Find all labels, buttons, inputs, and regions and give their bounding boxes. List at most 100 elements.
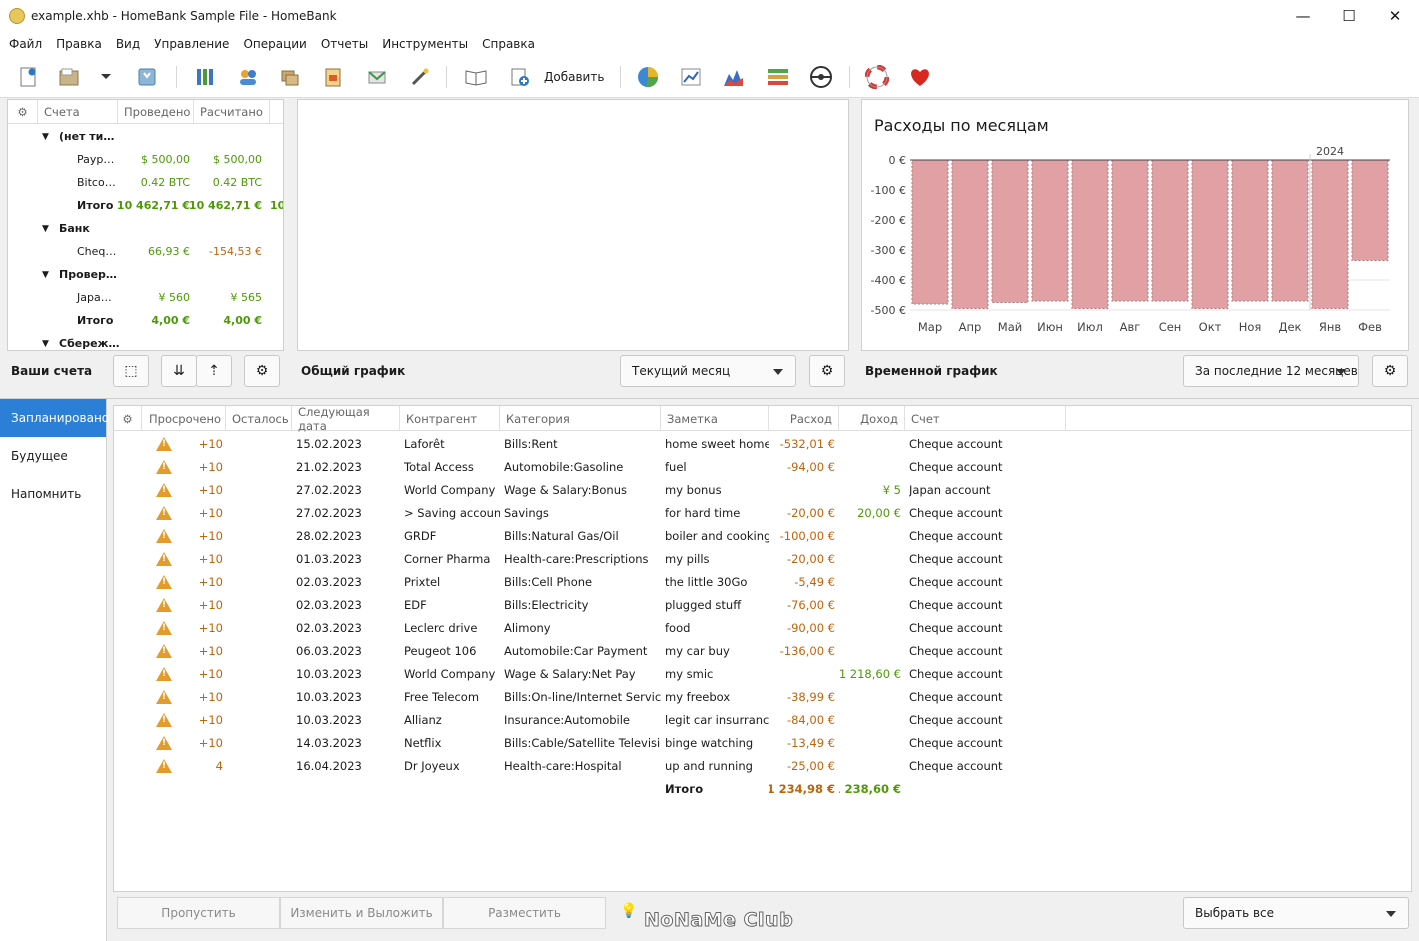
table-settings-icon[interactable]: ⚙: [114, 406, 142, 431]
table-row[interactable]: +10 02.03.2023 Prixtel Bills:Cell Phone the …: [114, 570, 1411, 593]
cell-inc: [839, 639, 901, 662]
table-row[interactable]: 4 16.04.2023 Dr Joyeux Health-care:Hospital…: [114, 754, 1411, 777]
close-button[interactable]: ✕: [1372, 0, 1418, 32]
wand-icon[interactable]: [407, 64, 433, 90]
table-row[interactable]: +10 02.03.2023 EDF Bills:Electricity plugged…: [114, 593, 1411, 616]
vehicle-wheel-icon[interactable]: [808, 64, 834, 90]
cell-acc: Cheque account: [909, 574, 1003, 589]
accounts-settings-button[interactable]: ⚙: [244, 355, 280, 387]
timechart-period-select[interactable]: За последние 12 месяцев: [1183, 355, 1359, 387]
overview-settings-button[interactable]: ⚙: [809, 355, 845, 387]
col-cleared[interactable]: Проведено: [118, 100, 194, 123]
select-all-dropdown[interactable]: Выбрать все: [1183, 897, 1409, 929]
table-row[interactable]: +10 28.02.2023 GRDF Bills:Natural Gas/Oil bo…: [114, 524, 1411, 547]
open-account-icon[interactable]: ⬚: [113, 355, 149, 387]
categories-icon[interactable]: [277, 64, 303, 90]
menu-transactions[interactable]: Операции: [236, 37, 313, 51]
menu-edit[interactable]: Правка: [49, 37, 109, 51]
col-overdue[interactable]: Просрочено: [143, 406, 226, 431]
scheduled-icon[interactable]: [320, 64, 346, 90]
bar[interactable]: [1231, 159, 1269, 302]
table-row[interactable]: +10 01.03.2023 Corner Pharma Health-care:Pr…: [114, 547, 1411, 570]
bar[interactable]: [911, 159, 949, 305]
col-next-date[interactable]: Следующая дата: [292, 405, 400, 433]
budget-icon[interactable]: [765, 64, 791, 90]
bar[interactable]: [1311, 159, 1349, 309]
bar[interactable]: [1151, 159, 1189, 302]
bar[interactable]: [1351, 159, 1389, 261]
account-group-row[interactable]: ▼ Провер…: [8, 263, 283, 286]
bar[interactable]: [1271, 159, 1309, 302]
account-row[interactable]: Payp… $ 500,00 $ 500,00: [8, 148, 283, 171]
help-lifebuoy-icon[interactable]: [864, 64, 890, 90]
pane-divider[interactable]: [0, 398, 1419, 399]
cell-memo: up and running: [665, 758, 753, 773]
table-row[interactable]: +10 14.03.2023 Netflix Bills:Cable/Satellit…: [114, 731, 1411, 754]
bar[interactable]: [991, 159, 1029, 303]
col-projected[interactable]: Расчитано: [194, 100, 270, 123]
accounts-icon[interactable]: [192, 64, 218, 90]
col-accounts[interactable]: Счета: [38, 100, 118, 123]
table-row[interactable]: +10 10.03.2023 World Company Wage & Salary:…: [114, 662, 1411, 685]
collapse-all-icon[interactable]: ⇡: [196, 355, 232, 387]
pie-chart-icon[interactable]: [635, 64, 661, 90]
save-icon[interactable]: [134, 64, 160, 90]
minimize-button[interactable]: —: [1280, 0, 1326, 32]
bar[interactable]: [1191, 159, 1229, 309]
col-payee[interactable]: Контрагент: [400, 406, 500, 431]
table-row[interactable]: +10 21.02.2023 Total Access Automobile:Gaso…: [114, 455, 1411, 478]
col-memo[interactable]: Заметка: [661, 406, 769, 431]
table-row[interactable]: +10 10.03.2023 Allianz Insurance:Automobile…: [114, 708, 1411, 731]
overview-period-select[interactable]: Текущий месяц: [620, 355, 796, 387]
col-expense[interactable]: Расход: [769, 406, 839, 431]
open-file-icon[interactable]: [56, 64, 82, 90]
balance-chart-icon[interactable]: [721, 64, 747, 90]
add-transaction-icon[interactable]: [507, 64, 533, 90]
post-button[interactable]: Разместить: [443, 897, 606, 929]
account-group-row[interactable]: ▼ Банк: [8, 217, 283, 240]
menu-reports[interactable]: Отчеты: [314, 37, 375, 51]
expand-all-icon[interactable]: ⇊: [161, 355, 197, 387]
skip-button[interactable]: Пропустить: [117, 897, 280, 929]
bar[interactable]: [1111, 159, 1149, 302]
col-account[interactable]: Счет: [905, 406, 1066, 431]
total-exp: -1 234,98 €: [769, 781, 835, 796]
timechart-settings-button[interactable]: ⚙: [1372, 355, 1408, 387]
col-remaining[interactable]: Осталось: [226, 406, 292, 431]
table-row[interactable]: +10 15.02.2023 Laforêt Bills:Rent home sweet…: [114, 432, 1411, 455]
add-button-label[interactable]: Добавить: [544, 70, 604, 84]
tab-remind[interactable]: Напомнить: [0, 475, 106, 513]
trend-chart-icon[interactable]: [678, 64, 704, 90]
register-book-icon[interactable]: [463, 64, 489, 90]
menu-view[interactable]: Вид: [109, 37, 147, 51]
col-category[interactable]: Категория: [500, 406, 661, 431]
bar[interactable]: [1071, 159, 1109, 309]
col-income[interactable]: Доход: [839, 406, 905, 431]
import-icon[interactable]: [364, 64, 390, 90]
account-row[interactable]: Japa… ¥ 560 ¥ 565: [8, 286, 283, 309]
account-group-row[interactable]: ▼ (нет ти…: [8, 125, 283, 148]
account-row[interactable]: Bitco… 0.42 BTC 0.42 BTC: [8, 171, 283, 194]
edit-and-post-button[interactable]: Изменить и Выложить: [280, 897, 443, 929]
payees-icon[interactable]: [235, 64, 261, 90]
table-row[interactable]: +10 10.03.2023 Free Telecom Bills:On-line/I…: [114, 685, 1411, 708]
donate-heart-icon[interactable]: [907, 64, 933, 90]
account-row[interactable]: Cheq… 66,93 € -154,53 €: [8, 240, 283, 263]
menu-manage[interactable]: Управление: [147, 37, 236, 51]
bar[interactable]: [1031, 159, 1069, 302]
table-row[interactable]: +10 06.03.2023 Peugeot 106 Automobile:Car P…: [114, 639, 1411, 662]
menu-tools[interactable]: Инструменты: [375, 37, 475, 51]
tab-future[interactable]: Будущее: [0, 437, 106, 475]
table-row[interactable]: +10 27.02.2023 > Saving account Savings for …: [114, 501, 1411, 524]
maximize-button[interactable]: ☐: [1326, 0, 1372, 32]
menu-file[interactable]: Файл: [2, 37, 49, 51]
table-row[interactable]: +10 02.03.2023 Leclerc drive Alimony food -90…: [114, 616, 1411, 639]
bar[interactable]: [951, 159, 989, 309]
recent-dropdown-icon[interactable]: [96, 64, 116, 90]
account-group-row[interactable]: ▼ Сбереж…: [8, 332, 283, 350]
tab-scheduled[interactable]: Запланировано: [0, 399, 109, 437]
new-file-icon[interactable]: [15, 64, 41, 90]
accounts-settings-icon[interactable]: ⚙: [8, 100, 38, 123]
table-row[interactable]: +10 27.02.2023 World Company Wage & Salary:…: [114, 478, 1411, 501]
menu-help[interactable]: Справка: [475, 37, 542, 51]
